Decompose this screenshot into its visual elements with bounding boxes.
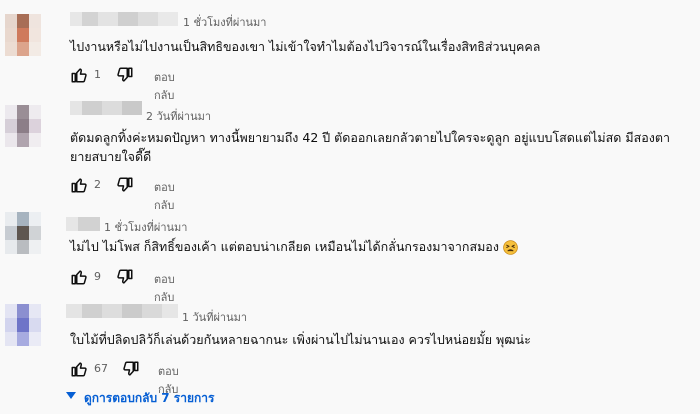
like-count: 1 [94,68,101,81]
comment-text: ตัดมดลูกทิ้งค่ะหมดปัญหา ทางนี้พยายามถึง … [70,128,690,166]
avatar[interactable] [5,14,41,56]
like-count: 9 [94,270,101,283]
comment-text-line: ยายสบายใจดี๊ดี [70,149,152,164]
thumbs-up-icon[interactable] [70,176,88,194]
comment-timestamp[interactable]: 1 ชั่วโมงที่ผ่านมา [183,13,267,31]
thumbs-down-icon[interactable] [116,268,134,286]
avatar[interactable] [5,304,41,346]
comment-text-line: ตัดมดลูกทิ้งค่ะหมดปัญหา ทางนี้พยายามถึง … [70,130,670,145]
comment-timestamp[interactable]: 1 ชั่วโมงที่ผ่านมา [104,218,188,236]
comment-timestamp[interactable]: 2 วันที่ผ่านมา [146,107,211,125]
author-name-blurred[interactable] [66,304,178,318]
caret-down-icon [66,392,76,399]
author-name-blurred[interactable] [70,101,142,115]
comment-text: ใบไม้ที่ปลิดปลิว้ก็เล่นด้วยกันหลายฉากนะ … [70,332,531,347]
thumbs-up-icon[interactable] [70,268,88,286]
like-count: 67 [94,362,108,375]
reply-button[interactable]: ตอบกลับ [154,68,175,104]
thumbs-down-icon[interactable] [116,66,134,84]
thumbs-down-icon[interactable] [116,176,134,194]
author-name-blurred[interactable] [70,12,178,26]
like-count: 2 [94,178,101,191]
comment-text: ไม่ไป ไม่โพส ก็สิทธิ์ของเค้า แต่ตอบน่าเก… [70,237,690,256]
thumbs-up-icon[interactable] [70,66,88,84]
comment-timestamp[interactable]: 1 วันที่ผ่านมา [182,308,247,326]
avatar[interactable] [5,105,41,147]
author-name-blurred[interactable] [66,217,100,231]
thumbs-up-icon[interactable] [70,360,88,378]
reply-button[interactable]: ตอบกลับ [154,270,175,306]
comment-text: ไปงานหรือไม่ไปงานเป็นสิทธิของเขา ไม่เข้า… [70,39,541,54]
avatar[interactable] [5,212,41,254]
view-replies-label: ดูการตอบกลับ 7 รายการ [84,391,215,405]
comment-text-content: ไม่ไป ไม่โพส ก็สิทธิ์ของเค้า แต่ตอบน่าเก… [70,239,499,254]
tired-face-emoji-icon [503,240,518,255]
thumbs-down-icon[interactable] [122,360,140,378]
reply-button[interactable]: ตอบกลับ [154,178,175,214]
